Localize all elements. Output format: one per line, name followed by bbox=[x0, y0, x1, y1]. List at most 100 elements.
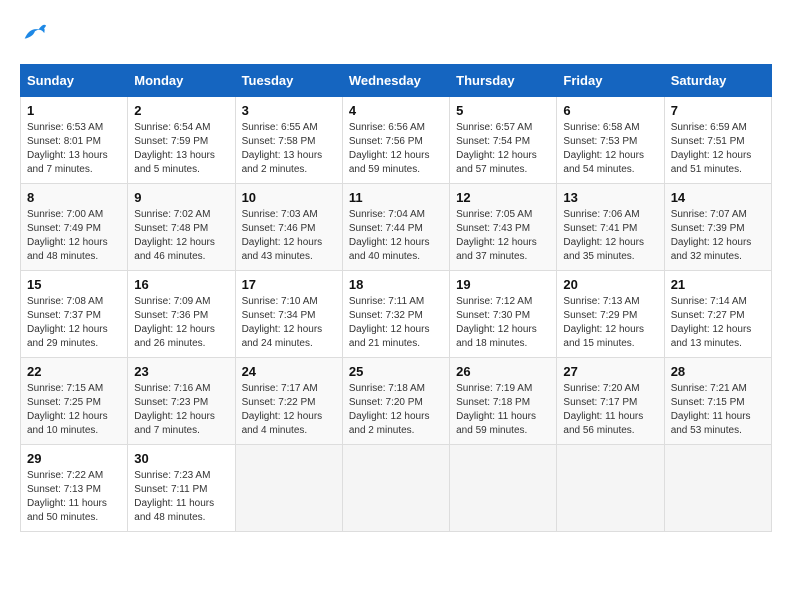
daylight-label: Daylight: 13 hours and 5 minutes. bbox=[134, 150, 215, 175]
day-number: 10 bbox=[242, 190, 336, 205]
sunrise-label: Sunrise: 7:15 AM bbox=[27, 383, 103, 394]
sunrise-label: Sunrise: 7:04 AM bbox=[349, 209, 425, 220]
day-number: 23 bbox=[134, 364, 228, 379]
calendar-day-5: 5 Sunrise: 6:57 AM Sunset: 7:54 PM Dayli… bbox=[450, 97, 557, 184]
sunrise-label: Sunrise: 7:13 AM bbox=[563, 296, 639, 307]
day-number: 24 bbox=[242, 364, 336, 379]
day-number: 27 bbox=[563, 364, 657, 379]
day-number: 13 bbox=[563, 190, 657, 205]
sunset-label: Sunset: 7:49 PM bbox=[27, 223, 101, 234]
daylight-label: Daylight: 12 hours and 48 minutes. bbox=[27, 237, 108, 262]
day-number: 11 bbox=[349, 190, 443, 205]
sunset-label: Sunset: 7:54 PM bbox=[456, 136, 530, 147]
day-number: 26 bbox=[456, 364, 550, 379]
cell-content: Sunrise: 7:23 AM Sunset: 7:11 PM Dayligh… bbox=[134, 469, 228, 525]
calendar-day-16: 16 Sunrise: 7:09 AM Sunset: 7:36 PM Dayl… bbox=[128, 271, 235, 358]
day-number: 5 bbox=[456, 103, 550, 118]
sunset-label: Sunset: 7:48 PM bbox=[134, 223, 208, 234]
cell-content: Sunrise: 7:05 AM Sunset: 7:43 PM Dayligh… bbox=[456, 208, 550, 264]
daylight-label: Daylight: 12 hours and 51 minutes. bbox=[671, 150, 752, 175]
day-number: 1 bbox=[27, 103, 121, 118]
calendar-day-3: 3 Sunrise: 6:55 AM Sunset: 7:58 PM Dayli… bbox=[235, 97, 342, 184]
daylight-label: Daylight: 12 hours and 59 minutes. bbox=[349, 150, 430, 175]
cell-content: Sunrise: 7:18 AM Sunset: 7:20 PM Dayligh… bbox=[349, 382, 443, 438]
daylight-label: Daylight: 11 hours and 53 minutes. bbox=[671, 411, 751, 436]
calendar-day-6: 6 Sunrise: 6:58 AM Sunset: 7:53 PM Dayli… bbox=[557, 97, 664, 184]
daylight-label: Daylight: 12 hours and 13 minutes. bbox=[671, 324, 752, 349]
calendar-header-tuesday: Tuesday bbox=[235, 65, 342, 97]
day-number: 28 bbox=[671, 364, 765, 379]
sunrise-label: Sunrise: 7:21 AM bbox=[671, 383, 747, 394]
cell-content: Sunrise: 6:57 AM Sunset: 7:54 PM Dayligh… bbox=[456, 121, 550, 177]
calendar-week-3: 15 Sunrise: 7:08 AM Sunset: 7:37 PM Dayl… bbox=[21, 271, 772, 358]
calendar-day-28: 28 Sunrise: 7:21 AM Sunset: 7:15 PM Dayl… bbox=[664, 358, 771, 445]
calendar-week-4: 22 Sunrise: 7:15 AM Sunset: 7:25 PM Dayl… bbox=[21, 358, 772, 445]
daylight-label: Daylight: 12 hours and 40 minutes. bbox=[349, 237, 430, 262]
sunset-label: Sunset: 7:18 PM bbox=[456, 397, 530, 408]
sunset-label: Sunset: 7:34 PM bbox=[242, 310, 316, 321]
sunrise-label: Sunrise: 7:20 AM bbox=[563, 383, 639, 394]
cell-content: Sunrise: 6:54 AM Sunset: 7:59 PM Dayligh… bbox=[134, 121, 228, 177]
sunset-label: Sunset: 7:11 PM bbox=[134, 484, 207, 495]
daylight-label: Daylight: 12 hours and 26 minutes. bbox=[134, 324, 215, 349]
daylight-label: Daylight: 11 hours and 50 minutes. bbox=[27, 498, 107, 523]
calendar-day-12: 12 Sunrise: 7:05 AM Sunset: 7:43 PM Dayl… bbox=[450, 184, 557, 271]
calendar-day-13: 13 Sunrise: 7:06 AM Sunset: 7:41 PM Dayl… bbox=[557, 184, 664, 271]
empty-cell bbox=[450, 445, 557, 532]
day-number: 30 bbox=[134, 451, 228, 466]
cell-content: Sunrise: 6:56 AM Sunset: 7:56 PM Dayligh… bbox=[349, 121, 443, 177]
day-number: 15 bbox=[27, 277, 121, 292]
sunset-label: Sunset: 7:43 PM bbox=[456, 223, 530, 234]
calendar-week-1: 1 Sunrise: 6:53 AM Sunset: 8:01 PM Dayli… bbox=[21, 97, 772, 184]
sunrise-label: Sunrise: 7:05 AM bbox=[456, 209, 532, 220]
calendar-day-29: 29 Sunrise: 7:22 AM Sunset: 7:13 PM Dayl… bbox=[21, 445, 128, 532]
calendar-header-row: SundayMondayTuesdayWednesdayThursdayFrid… bbox=[21, 65, 772, 97]
calendar: SundayMondayTuesdayWednesdayThursdayFrid… bbox=[20, 64, 772, 532]
calendar-header-thursday: Thursday bbox=[450, 65, 557, 97]
cell-content: Sunrise: 7:00 AM Sunset: 7:49 PM Dayligh… bbox=[27, 208, 121, 264]
sunrise-label: Sunrise: 7:10 AM bbox=[242, 296, 318, 307]
calendar-day-2: 2 Sunrise: 6:54 AM Sunset: 7:59 PM Dayli… bbox=[128, 97, 235, 184]
day-number: 4 bbox=[349, 103, 443, 118]
cell-content: Sunrise: 7:20 AM Sunset: 7:17 PM Dayligh… bbox=[563, 382, 657, 438]
cell-content: Sunrise: 6:58 AM Sunset: 7:53 PM Dayligh… bbox=[563, 121, 657, 177]
calendar-day-27: 27 Sunrise: 7:20 AM Sunset: 7:17 PM Dayl… bbox=[557, 358, 664, 445]
cell-content: Sunrise: 7:15 AM Sunset: 7:25 PM Dayligh… bbox=[27, 382, 121, 438]
sunrise-label: Sunrise: 6:54 AM bbox=[134, 122, 210, 133]
sunrise-label: Sunrise: 7:16 AM bbox=[134, 383, 210, 394]
sunrise-label: Sunrise: 7:00 AM bbox=[27, 209, 103, 220]
daylight-label: Daylight: 11 hours and 48 minutes. bbox=[134, 498, 214, 523]
sunset-label: Sunset: 7:56 PM bbox=[349, 136, 423, 147]
calendar-day-4: 4 Sunrise: 6:56 AM Sunset: 7:56 PM Dayli… bbox=[342, 97, 449, 184]
sunset-label: Sunset: 7:39 PM bbox=[671, 223, 745, 234]
calendar-header-wednesday: Wednesday bbox=[342, 65, 449, 97]
sunset-label: Sunset: 7:32 PM bbox=[349, 310, 423, 321]
calendar-header-friday: Friday bbox=[557, 65, 664, 97]
sunset-label: Sunset: 7:46 PM bbox=[242, 223, 316, 234]
daylight-label: Daylight: 12 hours and 18 minutes. bbox=[456, 324, 537, 349]
daylight-label: Daylight: 12 hours and 32 minutes. bbox=[671, 237, 752, 262]
daylight-label: Daylight: 12 hours and 35 minutes. bbox=[563, 237, 644, 262]
calendar-day-14: 14 Sunrise: 7:07 AM Sunset: 7:39 PM Dayl… bbox=[664, 184, 771, 271]
daylight-label: Daylight: 12 hours and 4 minutes. bbox=[242, 411, 323, 436]
sunrise-label: Sunrise: 7:19 AM bbox=[456, 383, 532, 394]
day-number: 20 bbox=[563, 277, 657, 292]
cell-content: Sunrise: 6:59 AM Sunset: 7:51 PM Dayligh… bbox=[671, 121, 765, 177]
day-number: 19 bbox=[456, 277, 550, 292]
daylight-label: Daylight: 12 hours and 24 minutes. bbox=[242, 324, 323, 349]
calendar-day-10: 10 Sunrise: 7:03 AM Sunset: 7:46 PM Dayl… bbox=[235, 184, 342, 271]
day-number: 16 bbox=[134, 277, 228, 292]
sunset-label: Sunset: 7:59 PM bbox=[134, 136, 208, 147]
daylight-label: Daylight: 12 hours and 29 minutes. bbox=[27, 324, 108, 349]
calendar-day-9: 9 Sunrise: 7:02 AM Sunset: 7:48 PM Dayli… bbox=[128, 184, 235, 271]
daylight-label: Daylight: 13 hours and 2 minutes. bbox=[242, 150, 323, 175]
cell-content: Sunrise: 6:53 AM Sunset: 8:01 PM Dayligh… bbox=[27, 121, 121, 177]
day-number: 8 bbox=[27, 190, 121, 205]
logo bbox=[20, 20, 52, 48]
sunset-label: Sunset: 7:53 PM bbox=[563, 136, 637, 147]
cell-content: Sunrise: 7:12 AM Sunset: 7:30 PM Dayligh… bbox=[456, 295, 550, 351]
daylight-label: Daylight: 12 hours and 7 minutes. bbox=[134, 411, 215, 436]
calendar-day-25: 25 Sunrise: 7:18 AM Sunset: 7:20 PM Dayl… bbox=[342, 358, 449, 445]
calendar-day-1: 1 Sunrise: 6:53 AM Sunset: 8:01 PM Dayli… bbox=[21, 97, 128, 184]
daylight-label: Daylight: 12 hours and 54 minutes. bbox=[563, 150, 644, 175]
